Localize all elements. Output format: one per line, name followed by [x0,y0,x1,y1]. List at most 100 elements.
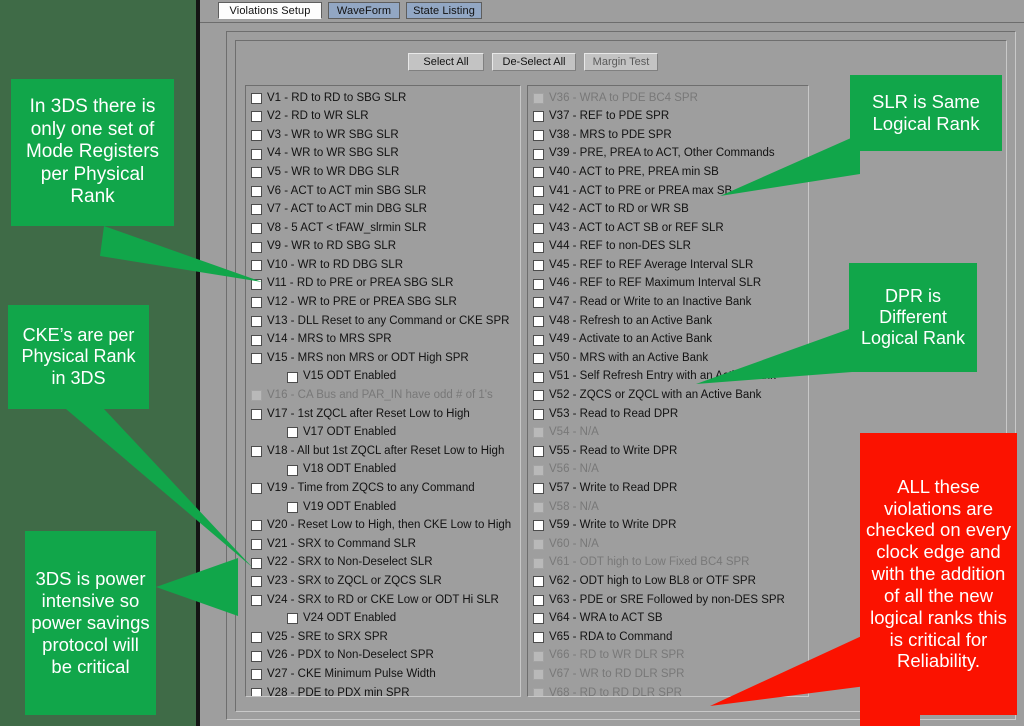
violation-row: V36 - WRA to PDE BC4 SPR [533,89,806,108]
checkbox-icon[interactable] [533,335,544,346]
callout-slr: SLR is Same Logical Rank [850,75,1002,151]
checkbox-icon[interactable] [533,483,544,494]
callout-text: ALL these violations are checked on ever… [866,476,1011,672]
violation-label: V68 - RD to RD DLR SPR [549,688,682,697]
checkbox-icon[interactable] [533,409,544,420]
violation-row[interactable]: V25 - SRE to SRX SPR [251,628,518,647]
callout-all-violations: ALL these violations are checked on ever… [860,433,1017,715]
margin-test-button[interactable]: Margin Test [584,53,658,71]
checkbox-icon[interactable] [251,669,262,680]
checkbox-icon [533,651,544,662]
checkbox-icon[interactable] [533,167,544,178]
select-all-button[interactable]: Select All [408,53,484,71]
checkbox-icon[interactable] [533,111,544,122]
violation-row: V58 - N/A [533,498,806,517]
checkbox-icon[interactable] [533,223,544,234]
checkbox-icon[interactable] [533,130,544,141]
violation-label: V58 - N/A [549,502,599,514]
violation-label: V43 - ACT to ACT SB or REF SLR [549,223,724,235]
checkbox-icon[interactable] [251,651,262,662]
checkbox-icon[interactable] [533,446,544,457]
checkbox-icon[interactable] [533,576,544,587]
checkbox-icon [533,558,544,569]
checkbox-icon[interactable] [533,353,544,364]
violation-row[interactable]: V28 - PDE to PDX min SPR [251,684,518,697]
checkbox-icon [533,93,544,104]
violation-row[interactable]: V44 - REF to non-DES SLR [533,238,806,257]
tab-waveform[interactable]: WaveForm [328,2,400,19]
checkbox-icon[interactable] [533,149,544,160]
callout-text: CKE’s are per Physical Rank in 3DS [14,325,143,389]
violation-label: V48 - Refresh to an Active Bank [549,316,712,328]
violation-row[interactable]: V15 ODT Enabled [251,368,518,387]
callout-text: In 3DS there is only one set of Mode Reg… [17,96,168,208]
margin-test-label: Margin Test [593,56,650,68]
tab-violations-setup[interactable]: Violations Setup [218,2,322,19]
violation-row[interactable]: V55 - Read to Write DPR [533,442,806,461]
tab-label: WaveForm [337,5,391,17]
violation-label: V46 - REF to REF Maximum Interval SLR [549,278,761,290]
checkbox-icon[interactable] [533,632,544,643]
violation-label: V25 - SRE to SRX SPR [267,632,388,644]
checkbox-icon[interactable] [533,316,544,327]
tab-underline [200,19,1024,21]
violation-label: V60 - N/A [549,539,599,551]
violation-label: V65 - RDA to Command [549,632,672,644]
tab-label: State Listing [413,5,475,17]
tab-label: Violations Setup [230,5,311,17]
checkbox-icon[interactable] [533,204,544,215]
checkbox-icon[interactable] [533,613,544,624]
checkbox-icon [533,688,544,697]
violation-label: V67 - WR to RD DLR SPR [549,669,684,681]
violation-label: V40 - ACT to PRE, PREA min SB [549,167,719,179]
checkbox-icon[interactable] [251,632,262,643]
callout-cke: CKE’s are per Physical Rank in 3DS [8,305,149,409]
violation-label: V15 - MRS non MRS or ODT High SPR [267,353,469,365]
checkbox-icon[interactable] [251,353,262,364]
callout-text: 3DS is power intensive so power savings … [31,568,150,677]
checkbox-icon [533,669,544,680]
violation-label: V36 - WRA to PDE BC4 SPR [549,93,698,105]
checkbox-icon[interactable] [533,297,544,308]
violation-label: V54 - N/A [549,427,599,439]
violation-row[interactable]: V45 - REF to REF Average Interval SLR [533,256,806,275]
deselect-all-button[interactable]: De-Select All [492,53,576,71]
checkbox-icon [533,427,544,438]
violation-label: V57 - Write to Read DPR [549,483,677,495]
checkbox-icon[interactable] [533,242,544,253]
violation-row[interactable]: V43 - ACT to ACT SB or REF SLR [533,219,806,238]
checkbox-icon[interactable] [533,260,544,271]
checkbox-icon[interactable] [533,520,544,531]
violation-row[interactable]: V59 - Write to Write DPR [533,517,806,536]
violation-row[interactable]: V57 - Write to Read DPR [533,479,806,498]
violation-label: V53 - Read to Read DPR [549,409,678,421]
violation-row: V54 - N/A [533,424,806,443]
deselect-all-label: De-Select All [503,56,566,68]
violation-label: V50 - MRS with an Active Bank [549,353,708,365]
tab-state-listing[interactable]: State Listing [406,2,482,19]
callout-dpr: DPR is Different Logical Rank [849,263,977,372]
violation-label: V45 - REF to REF Average Interval SLR [549,260,753,272]
violation-label: V59 - Write to Write DPR [549,520,676,532]
violation-row[interactable]: V15 - MRS non MRS or ODT High SPR [251,349,518,368]
violation-row[interactable]: V27 - CKE Minimum Pulse Width [251,665,518,684]
checkbox-icon[interactable] [533,390,544,401]
violation-label: V56 - N/A [549,464,599,476]
checkbox-icon[interactable] [533,186,544,197]
violation-row: V60 - N/A [533,535,806,554]
checkbox-icon [533,539,544,550]
callout-text: SLR is Same Logical Rank [856,91,996,135]
checkbox-icon[interactable] [251,688,262,697]
violation-label: V44 - REF to non-DES SLR [549,241,691,253]
checkbox-icon [533,465,544,476]
checkbox-icon[interactable] [533,279,544,290]
violation-row[interactable]: V14 - MRS to MRS SPR [251,331,518,350]
violation-row[interactable]: V26 - PDX to Non-Deselect SPR [251,647,518,666]
checkbox-icon[interactable] [251,335,262,346]
violation-label: V27 - CKE Minimum Pulse Width [267,669,436,681]
violation-row[interactable]: V46 - REF to REF Maximum Interval SLR [533,275,806,294]
checkbox-icon[interactable] [533,372,544,383]
violation-label: V28 - PDE to PDX min SPR [267,688,410,697]
checkbox-icon[interactable] [287,372,298,383]
checkbox-icon[interactable] [533,595,544,606]
